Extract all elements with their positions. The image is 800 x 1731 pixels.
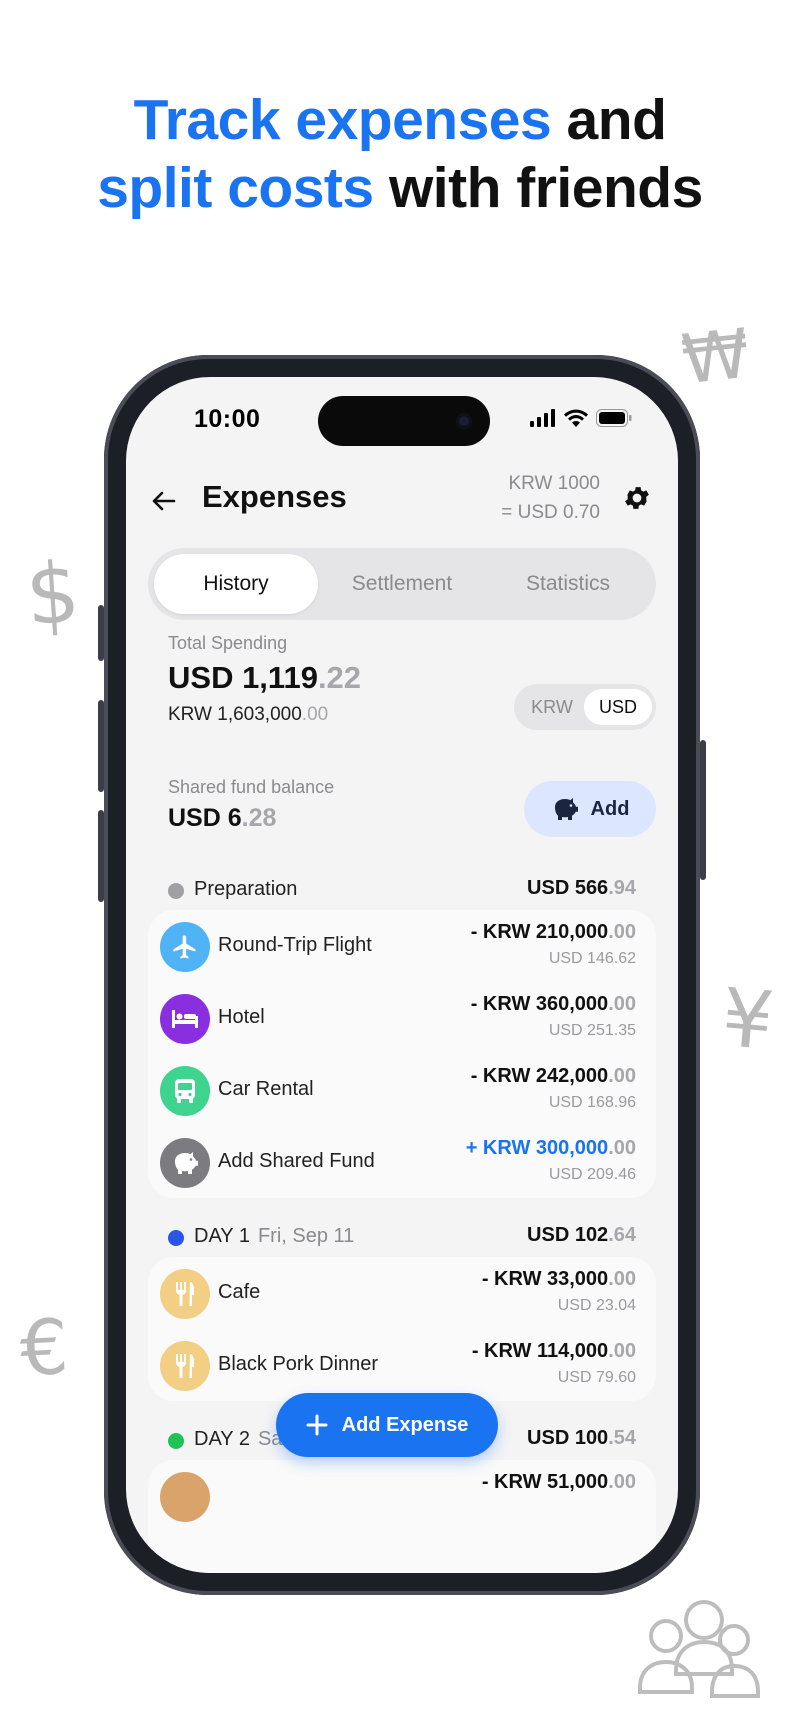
group-dot xyxy=(168,1230,184,1246)
app-screen: 10:00 Expenses KRW 1000 = USD 0.70 Histo… xyxy=(126,377,678,1573)
expense-row[interactable]: - KRW 51,000.00 xyxy=(148,1460,656,1532)
expense-converted: USD 251.35 xyxy=(548,1022,636,1039)
exchange-rate-line-1: KRW 1000 xyxy=(508,473,600,494)
phone-frame: 10:00 Expenses KRW 1000 = USD 0.70 Histo… xyxy=(98,355,706,1595)
airplane-icon xyxy=(160,922,210,972)
fork-knife-icon xyxy=(160,1269,210,1319)
headline: Track expenses and split costs with frie… xyxy=(0,86,800,222)
tab-bar: History Settlement Statistics xyxy=(148,548,656,620)
expense-name: Car Rental xyxy=(218,1078,314,1100)
gear-icon[interactable] xyxy=(622,483,652,513)
expense-converted: USD 23.04 xyxy=(557,1297,636,1314)
app-header: Expenses KRW 1000 = USD 0.70 xyxy=(126,469,678,539)
group-name: DAY 1 Fri, Sep 11 xyxy=(194,1225,355,1247)
headline-line-1: Track expenses and xyxy=(133,88,667,152)
expense-card-day-1: Cafe - KRW 33,000.00 USD 23.04 Black Por… xyxy=(148,1257,656,1401)
expense-name: Hotel xyxy=(218,1006,265,1028)
currency-option-usd[interactable]: USD xyxy=(584,689,652,725)
add-expense-label: Add Expense xyxy=(341,1413,469,1436)
expense-name: Round-Trip Flight xyxy=(218,934,372,956)
piggy-bank-icon xyxy=(554,798,578,820)
expense-amount: - KRW 33,000.00 xyxy=(481,1268,636,1290)
phone-power-button xyxy=(700,740,706,880)
expense-amount: - KRW 242,000.00 xyxy=(470,1065,636,1087)
phone-volume-down-button xyxy=(98,810,104,902)
bed-icon xyxy=(160,994,210,1044)
expense-converted: USD 209.46 xyxy=(548,1166,636,1183)
expense-converted: USD 168.96 xyxy=(548,1094,636,1111)
expense-name: Black Pork Dinner xyxy=(218,1353,379,1375)
expense-amount: - KRW 360,000.00 xyxy=(470,993,636,1015)
tab-history[interactable]: History xyxy=(154,554,318,614)
cellular-signal-icon xyxy=(530,409,555,427)
expense-card-preparation: Round-Trip Flight - KRW 210,000.00 USD 1… xyxy=(148,910,656,1198)
total-spending-krw: KRW 1,603,000.00 xyxy=(168,704,329,725)
expense-amount: - KRW 210,000.00 xyxy=(470,921,636,943)
group-total: USD 100.54 xyxy=(527,1427,636,1449)
battery-icon xyxy=(596,409,632,427)
expense-converted: USD 79.60 xyxy=(557,1369,636,1386)
food-icon xyxy=(160,1472,210,1522)
group-total: USD 566.94 xyxy=(527,877,636,899)
expense-row[interactable]: Car Rental - KRW 242,000.00 USD 168.96 xyxy=(148,1054,656,1126)
add-fund-button[interactable]: Add xyxy=(524,781,656,837)
phone-action-button xyxy=(98,605,104,661)
group-dot xyxy=(168,1433,184,1449)
status-time: 10:00 xyxy=(194,405,261,433)
expense-row[interactable]: Black Pork Dinner - KRW 114,000.00 USD 7… xyxy=(148,1329,656,1401)
back-arrow-icon[interactable] xyxy=(150,487,178,515)
group-name: Preparation xyxy=(194,878,298,900)
expense-converted: USD 146.62 xyxy=(548,950,636,967)
tab-settlement[interactable]: Settlement xyxy=(320,554,484,614)
euro-doodle-icon: € xyxy=(17,1301,71,1394)
expense-row[interactable]: Add Shared Fund + KRW 300,000.00 USD 209… xyxy=(148,1126,656,1198)
shared-fund-balance: USD 6.28 xyxy=(168,804,277,832)
dynamic-island xyxy=(318,396,490,446)
fork-knife-icon xyxy=(160,1341,210,1391)
expense-name: Add Shared Fund xyxy=(218,1150,375,1172)
currency-option-krw[interactable]: KRW xyxy=(518,689,586,725)
expense-amount: + KRW 300,000.00 xyxy=(465,1137,636,1159)
plus-icon xyxy=(306,1414,328,1436)
wifi-icon xyxy=(564,409,588,427)
add-fund-label: Add xyxy=(590,797,630,820)
expense-row[interactable]: Hotel - KRW 360,000.00 USD 251.35 xyxy=(148,982,656,1054)
piggy-bank-icon xyxy=(160,1138,210,1188)
headline-line-2: split costs with friends xyxy=(97,156,703,220)
currency-toggle: KRW USD xyxy=(514,684,656,730)
yen-doodle-icon: ¥ xyxy=(718,970,777,1069)
group-total: USD 102.64 xyxy=(527,1224,636,1246)
expense-amount: - KRW 114,000.00 xyxy=(471,1340,636,1362)
won-doodle-icon: ₩ xyxy=(678,314,754,401)
bus-icon xyxy=(160,1066,210,1116)
camera-icon xyxy=(456,413,472,429)
expense-card-day-2: - KRW 51,000.00 xyxy=(148,1460,656,1573)
add-expense-button[interactable]: Add Expense xyxy=(276,1393,498,1457)
group-header-preparation: Preparation USD 566.94 xyxy=(126,870,678,910)
total-spending-label: Total Spending xyxy=(168,633,288,653)
people-doodle-icon xyxy=(632,1592,764,1702)
total-spending-usd: USD 1,119.22 xyxy=(168,660,362,695)
dollar-doodle-icon: $ xyxy=(22,543,83,645)
shared-fund-label: Shared fund balance xyxy=(168,777,335,797)
expense-name: Cafe xyxy=(218,1281,261,1303)
expense-row[interactable]: Round-Trip Flight - KRW 210,000.00 USD 1… xyxy=(148,910,656,982)
exchange-rate[interactable]: KRW 1000 = USD 0.70 xyxy=(501,469,600,527)
phone-volume-up-button xyxy=(98,700,104,792)
expense-amount: - KRW 51,000.00 xyxy=(481,1471,636,1493)
status-icons xyxy=(530,409,632,427)
exchange-rate-line-2: = USD 0.70 xyxy=(501,502,600,523)
group-header-day-1: DAY 1 Fri, Sep 11 USD 102.64 xyxy=(126,1217,678,1257)
expense-row[interactable]: Cafe - KRW 33,000.00 USD 23.04 xyxy=(148,1257,656,1329)
group-dot xyxy=(168,883,184,899)
tab-statistics[interactable]: Statistics xyxy=(486,554,650,614)
page-title: Expenses xyxy=(202,479,347,514)
